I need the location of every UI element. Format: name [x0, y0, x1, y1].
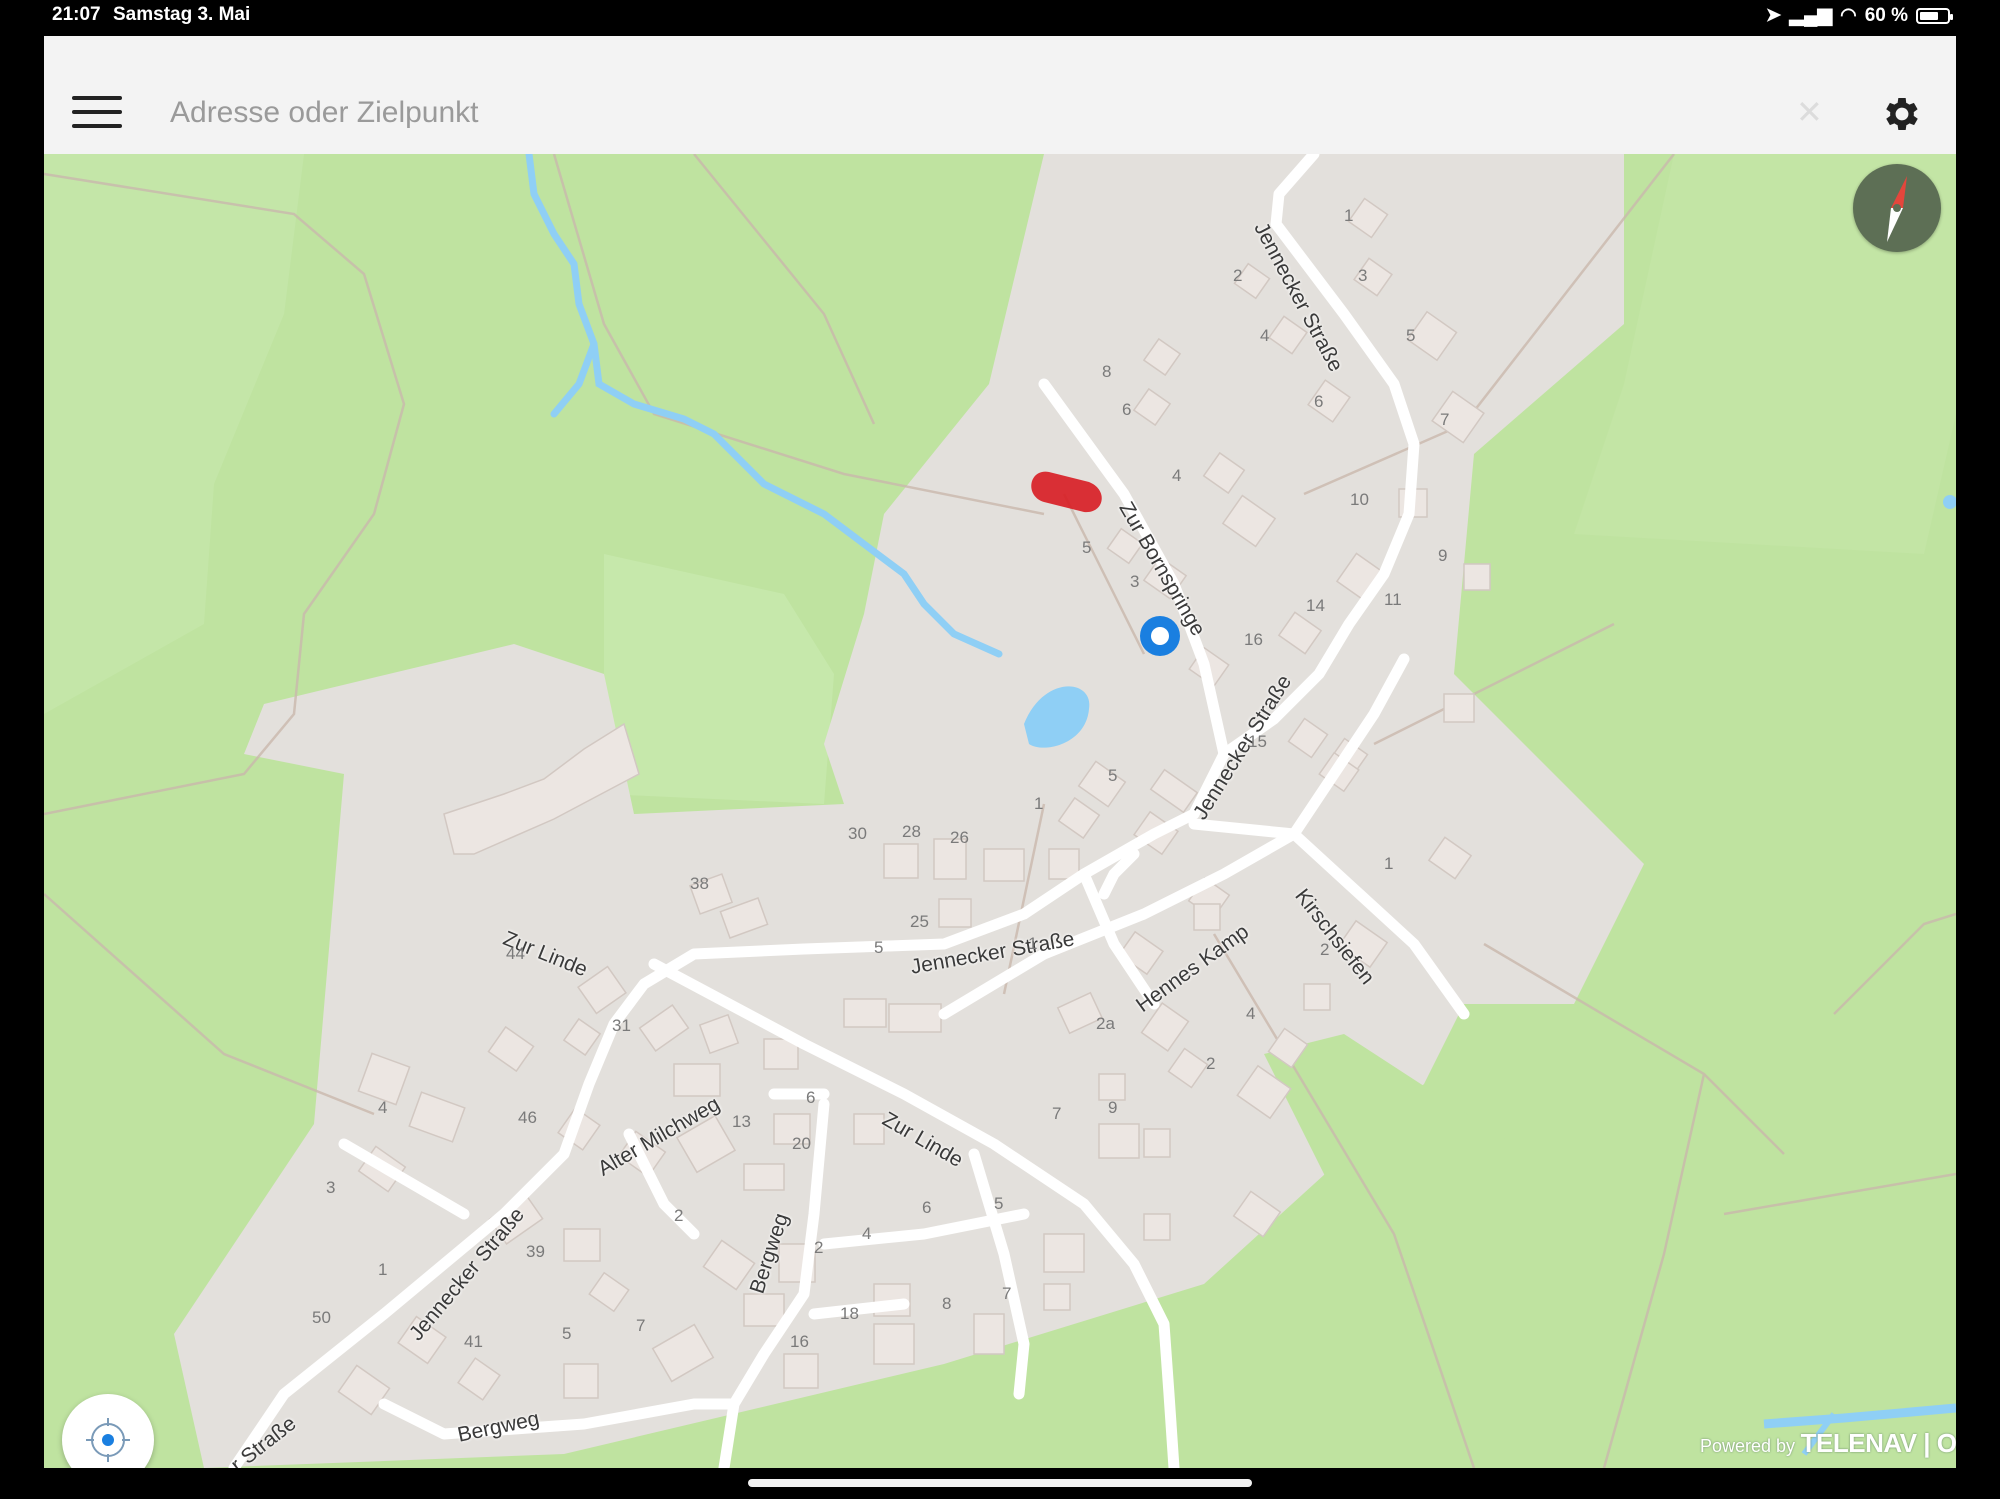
house-number: 5 [1082, 538, 1092, 557]
search-bar: ✕ [44, 36, 1956, 155]
house-number: 5 [1406, 326, 1416, 345]
house-number: 50 [312, 1308, 331, 1327]
house-number: 9 [1438, 546, 1448, 565]
status-time: 21:07 [52, 4, 101, 25]
house-number: 3 [1358, 266, 1368, 285]
house-number: 2a [1096, 1014, 1115, 1033]
house-number: 38 [690, 874, 709, 893]
house-number: 3 [1130, 572, 1140, 591]
house-number: 2 [1320, 940, 1330, 959]
house-number: 4 [1172, 466, 1182, 485]
house-number: 15 [1248, 732, 1267, 751]
house-number: 4 [1246, 1004, 1256, 1023]
house-number: 4 [862, 1224, 872, 1243]
house-number: 5 [874, 938, 884, 957]
house-number: 2 [1233, 266, 1243, 285]
house-number: 1 [1344, 206, 1354, 225]
gear-icon[interactable] [1880, 92, 1924, 136]
search-input[interactable] [168, 82, 1792, 144]
house-number: 26 [950, 828, 969, 847]
compass-icon[interactable] [1853, 164, 1941, 252]
house-number: 7 [1052, 1104, 1062, 1123]
status-indicators: ➤ ▂▄▆ ◠ 60 % [1765, 4, 1953, 27]
map-view[interactable]: Jennecker Straße Zur Bornspringe Jenneck… [44, 154, 1956, 1468]
house-number: 1 [1384, 854, 1394, 873]
house-number: 2 [1206, 1054, 1216, 1073]
house-number: 1 [378, 1260, 388, 1279]
house-number: 6 [922, 1198, 932, 1217]
attribution-brand: TELENAV | OSM [1800, 1428, 1956, 1458]
map-attribution: Powered by TELENAV | OSM [1700, 1428, 1956, 1459]
attribution-prefix: Powered by [1700, 1436, 1796, 1456]
house-number: 5 [994, 1194, 1004, 1213]
house-number: 10 [1350, 490, 1369, 509]
house-number: 16 [1244, 630, 1263, 649]
location-arrow-icon: ➤ [1765, 5, 1782, 26]
house-number: 30 [848, 824, 867, 843]
home-indicator[interactable] [748, 1479, 1252, 1487]
house-number: 6 [1314, 392, 1324, 411]
house-number: 8 [942, 1294, 952, 1313]
close-icon[interactable]: ✕ [1796, 96, 1823, 128]
map-canvas [44, 154, 1956, 1468]
house-number: 6 [1122, 400, 1132, 419]
locate-icon[interactable] [62, 1394, 154, 1468]
house-number: 4 [378, 1098, 388, 1117]
house-number: 31 [612, 1016, 631, 1035]
house-number: 13 [732, 1112, 751, 1131]
hamburger-icon[interactable] [72, 96, 122, 130]
house-number: 16 [790, 1332, 809, 1351]
navigation-app: ✕ [44, 36, 1956, 1468]
house-number: 4 [1260, 326, 1270, 345]
house-number: 20 [792, 1134, 811, 1153]
house-number: 7 [1002, 1284, 1012, 1303]
house-number: 5 [562, 1324, 572, 1343]
house-number: 1 [1034, 794, 1044, 813]
house-number: 1 [1028, 934, 1038, 953]
house-number: 46 [518, 1108, 537, 1127]
house-number: 11 [1384, 590, 1402, 609]
battery-icon [1916, 7, 1953, 24]
house-number: 6 [806, 1088, 816, 1107]
house-number: 39 [526, 1242, 545, 1261]
house-number: 44 [506, 944, 525, 963]
house-number: 5 [1108, 766, 1118, 785]
house-number: 14 [1306, 596, 1325, 615]
house-number: 7 [636, 1316, 646, 1335]
house-number: 9 [1108, 1098, 1118, 1117]
house-number: 2 [814, 1238, 824, 1257]
house-number: 41 [464, 1332, 483, 1351]
house-number: 2 [674, 1206, 684, 1225]
status-date: Samstag 3. Mai [113, 4, 251, 25]
wifi-icon: ◠ [1840, 5, 1857, 26]
house-number: 3 [326, 1178, 336, 1197]
house-number: 28 [902, 822, 921, 841]
house-number: 7 [1440, 410, 1450, 429]
status-bar: 21:07 Samstag 3. Mai ➤ ▂▄▆ ◠ 60 % [0, 0, 2000, 34]
house-number: 25 [910, 912, 929, 931]
house-number: 18 [840, 1304, 859, 1323]
house-number: 8 [1102, 362, 1112, 381]
cellular-signal-icon: ▂▄▆ [1789, 5, 1833, 26]
battery-percent: 60 % [1864, 4, 1908, 26]
